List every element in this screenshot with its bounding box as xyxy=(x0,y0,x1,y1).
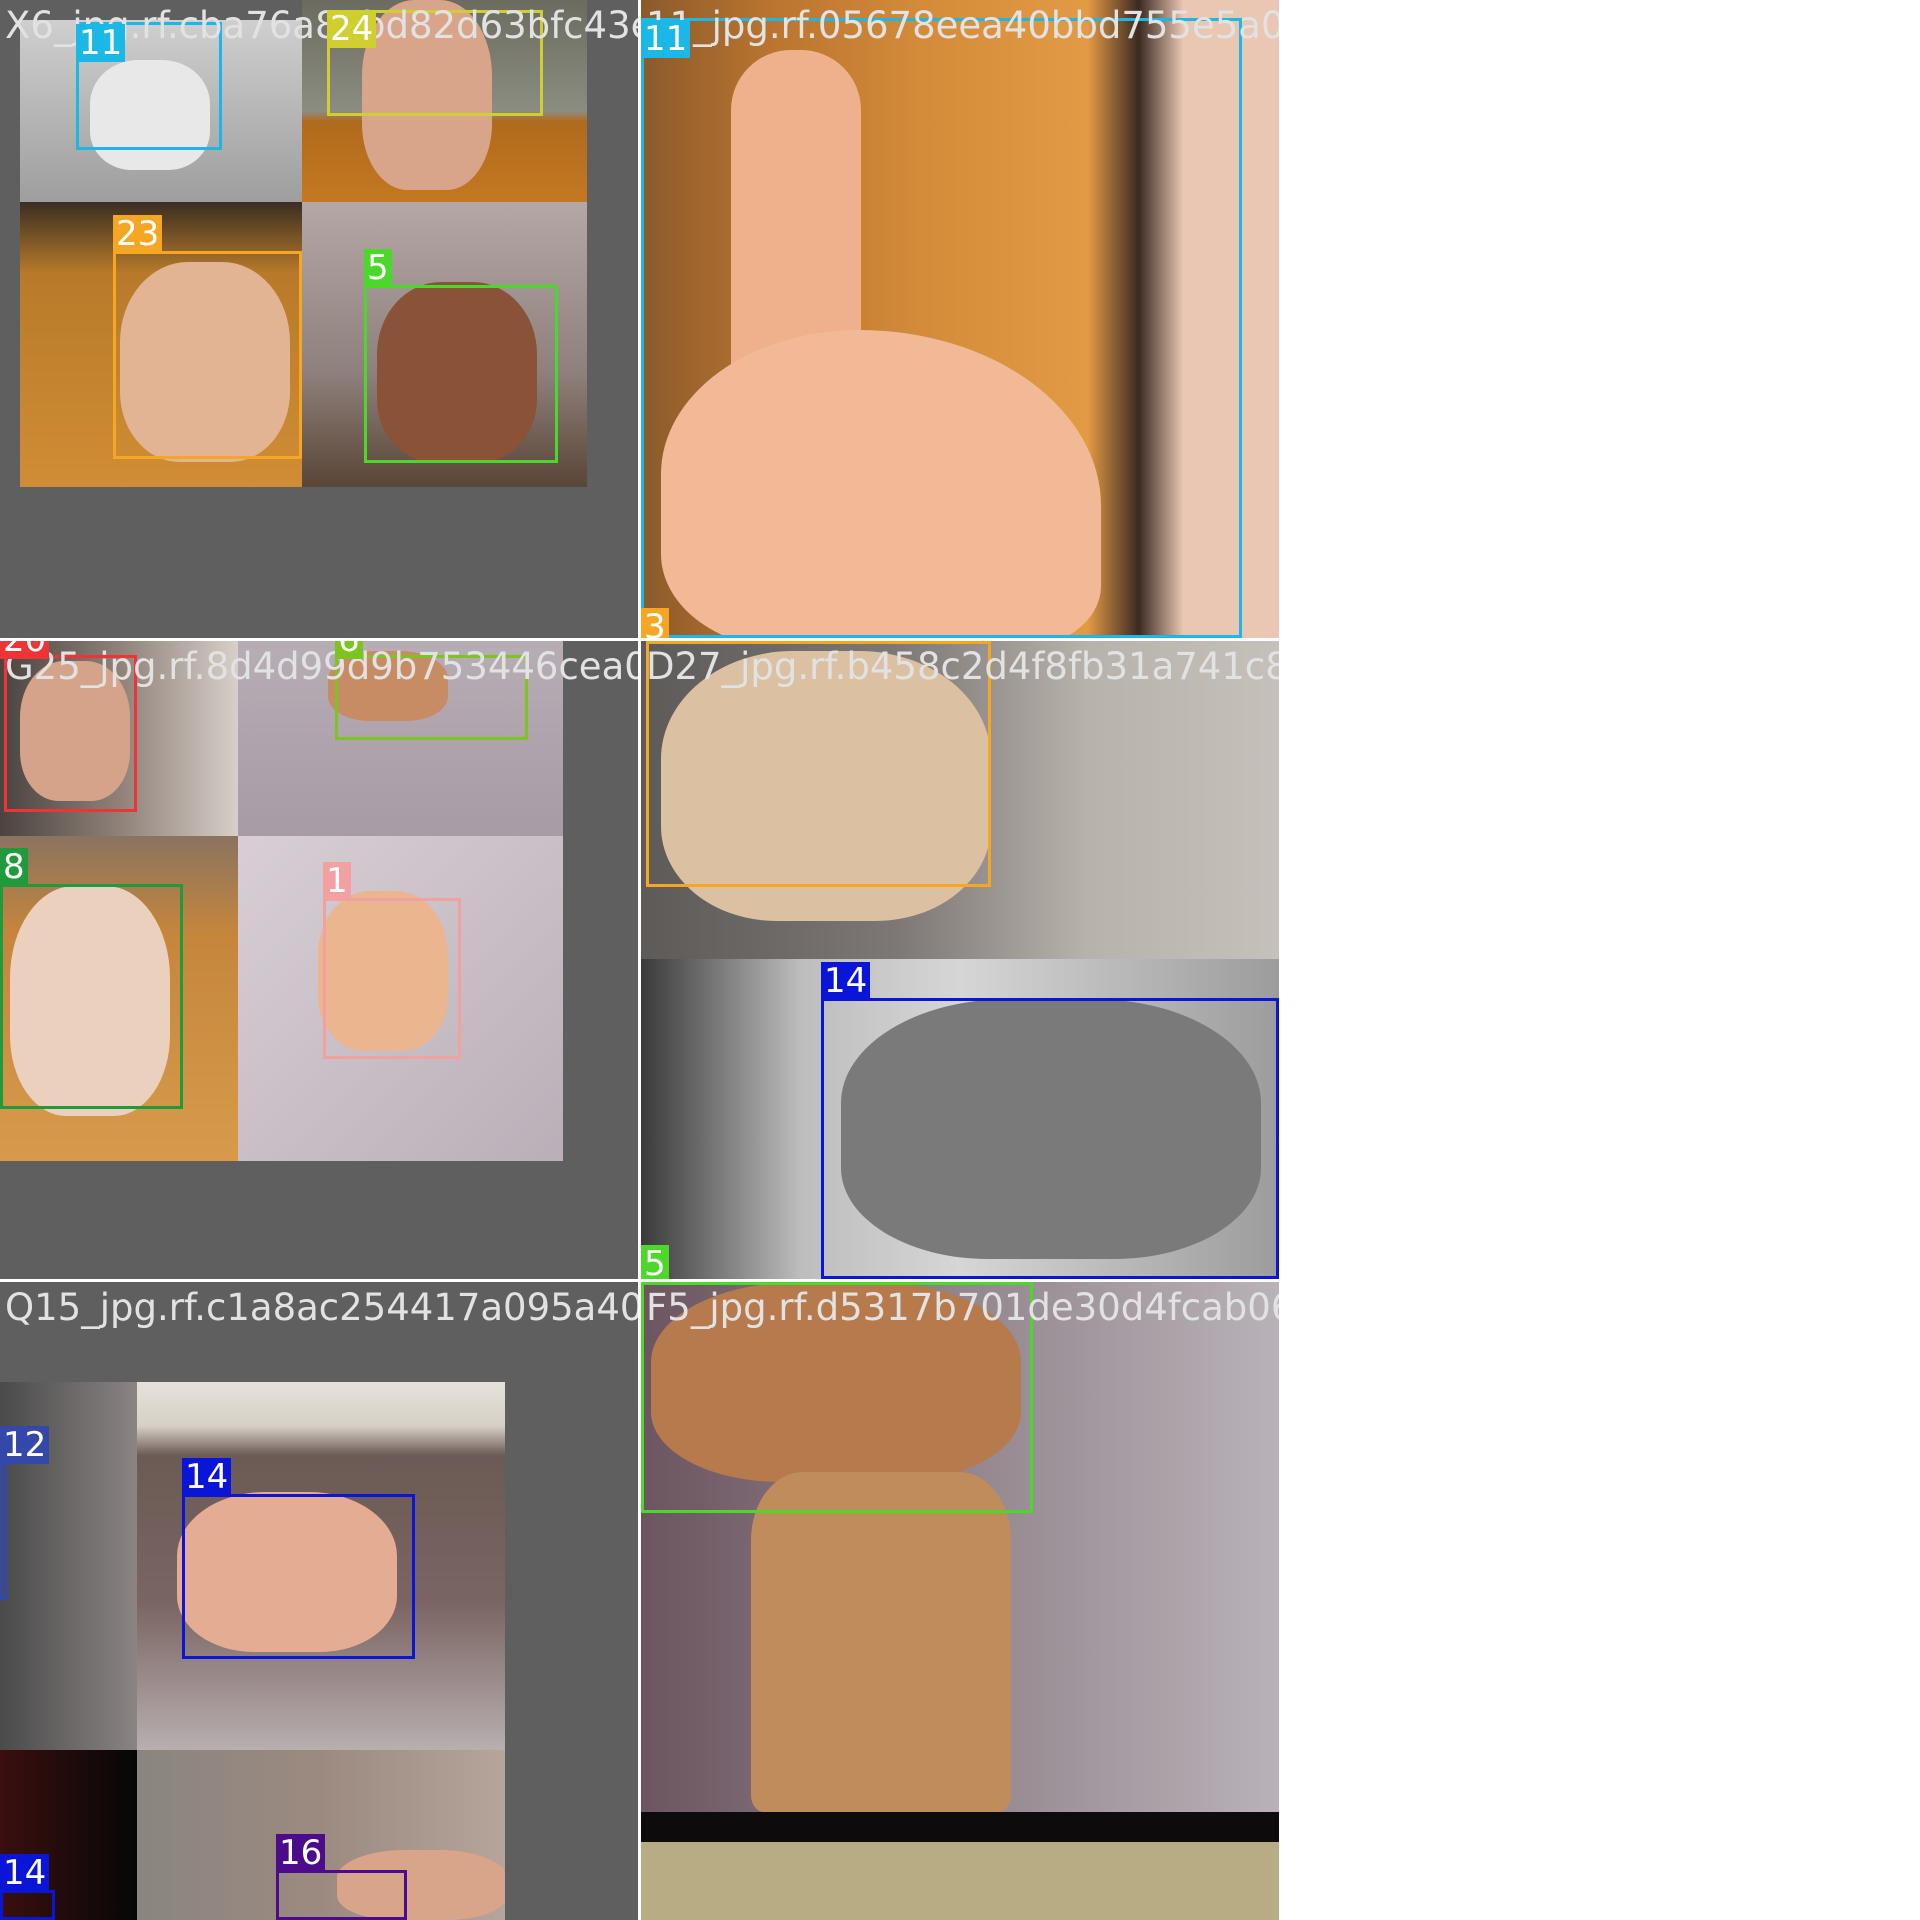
bbox-14 xyxy=(182,1494,415,1659)
tile-mosaic-g25: G25_jpg.rf.8d4d99d9b753446cea07a0b2f0a82… xyxy=(0,641,638,1279)
tile-title: D27_jpg.rf.b458c2d4f8fb31a741c84c5f331cd xyxy=(646,645,1279,688)
grid-divider-horizontal xyxy=(0,1279,1280,1282)
bbox-11 xyxy=(641,18,1242,638)
photo-beige-bottom xyxy=(641,1842,1279,1920)
bbox-label-6: 6 xyxy=(335,641,363,659)
bbox-label-11: 11 xyxy=(76,24,126,62)
tile-mosaic-q15: Q15_jpg.rf.c1a8ac254417a095a40237f583137… xyxy=(0,1282,638,1920)
tile-title: 11_jpg.rf.05678eea40bbd755e5a0a3f13fe7 xyxy=(646,4,1279,47)
bbox-label-1: 1 xyxy=(323,862,351,900)
bbox-label-5: 5 xyxy=(641,1245,669,1279)
tile-single-11: 11_jpg.rf.05678eea40bbd755e5a0a3f13fe7 1… xyxy=(641,0,1279,638)
tile-title: F5_jpg.rf.d5317b701de30d4fcab0607a552a3 xyxy=(646,1286,1279,1329)
tile-title: G25_jpg.rf.8d4d99d9b753446cea07a0b2f0a82 xyxy=(5,645,638,688)
bbox-label-5: 5 xyxy=(364,249,392,287)
bbox-label-3: 3 xyxy=(641,608,669,638)
bbox-12 xyxy=(0,1462,8,1600)
bbox-5 xyxy=(364,285,558,463)
bbox-label-16: 16 xyxy=(276,1834,326,1872)
bbox-label-24: 24 xyxy=(327,10,377,48)
hand-shape xyxy=(751,1472,1011,1812)
bbox-label-14: 14 xyxy=(0,1854,50,1892)
bbox-label-14: 14 xyxy=(821,962,871,1000)
bbox-23 xyxy=(113,251,302,459)
bbox-16 xyxy=(276,1870,407,1920)
grid-divider-horizontal xyxy=(0,638,1280,641)
bbox-label-11: 11 xyxy=(641,20,691,58)
bbox-14 xyxy=(0,1890,55,1920)
bbox-8 xyxy=(0,884,183,1109)
bbox-label-20: 20 xyxy=(0,641,50,659)
bbox-14 xyxy=(821,998,1279,1279)
bbox-label-8: 8 xyxy=(0,848,28,886)
tile-single-f5: F5_jpg.rf.d5317b701de30d4fcab0607a552a3 xyxy=(641,1282,1279,1920)
photo-black-band xyxy=(641,1812,1279,1842)
bbox-label-14: 14 xyxy=(182,1458,232,1496)
tile-mosaic-x6: X6_jpg.rf.cba76a83bd82d63bfc43e21d37a0 1… xyxy=(0,0,638,638)
bbox-1 xyxy=(323,898,461,1059)
tile-split-d27: D27_jpg.rf.b458c2d4f8fb31a741c84c5f331cd… xyxy=(641,641,1279,1279)
tile-title: Q15_jpg.rf.c1a8ac254417a095a40237f583137… xyxy=(5,1286,638,1329)
bbox-label-23: 23 xyxy=(113,215,163,253)
bbox-label-12: 12 xyxy=(0,1426,50,1464)
